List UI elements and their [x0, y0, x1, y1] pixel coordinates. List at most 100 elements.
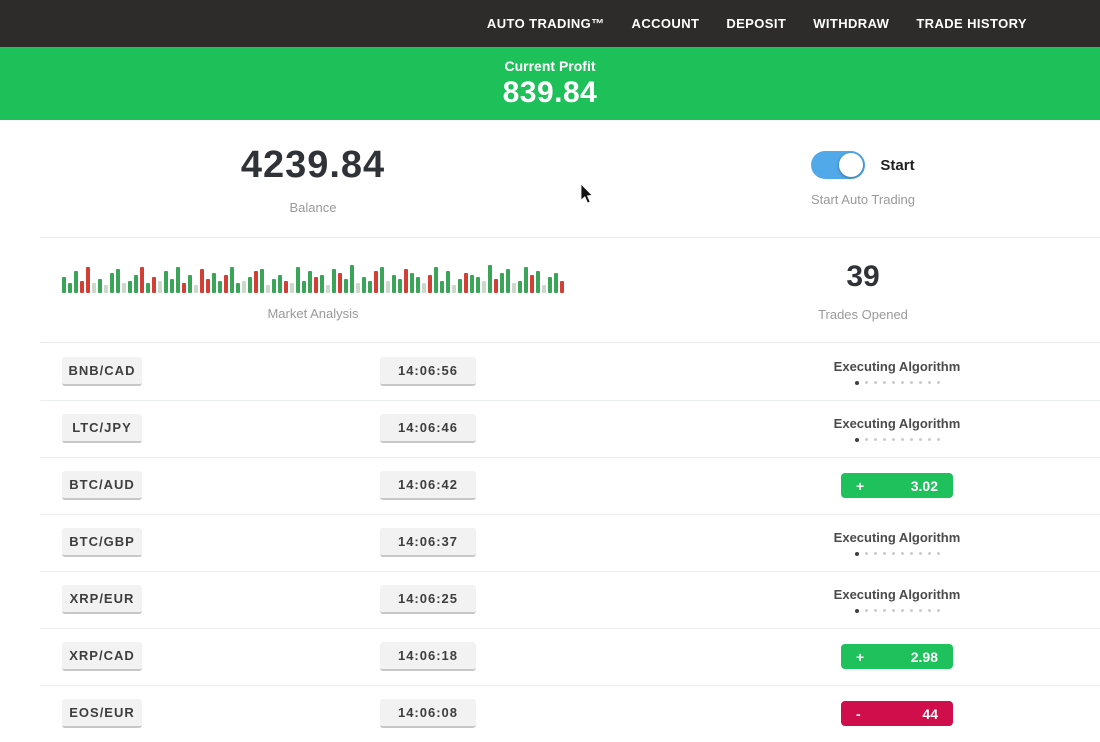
nav-trade-history[interactable]: TRADE HISTORY — [916, 16, 1027, 31]
chart-bar — [128, 281, 132, 293]
chart-bar — [326, 285, 330, 293]
chart-bar — [398, 279, 402, 293]
chart-bar — [248, 277, 252, 293]
trade-status: +2.98 — [794, 644, 1000, 669]
chart-bar — [164, 271, 168, 293]
trade-status: -44 — [794, 701, 1000, 726]
market-analysis-block: Market Analysis — [0, 260, 626, 321]
executing-progress-dots — [855, 552, 940, 556]
trade-status: Executing Algorithm — [794, 416, 1000, 442]
chart-bar — [392, 275, 396, 293]
balance-block: 4239.84 Balance — [0, 144, 626, 215]
result-amount: 2.98 — [911, 649, 938, 665]
chart-bar — [314, 277, 318, 293]
chart-bar — [188, 275, 192, 293]
chart-bar — [74, 271, 78, 293]
chart-bar — [116, 269, 120, 293]
trade-row: BNB/CAD 14:06:56 Executing Algorithm — [0, 343, 1100, 400]
chart-bar — [524, 267, 528, 293]
top-navbar: AUTO TRADING™ ACCOUNT DEPOSIT WITHDRAW T… — [0, 0, 1100, 47]
chart-bar — [404, 269, 408, 293]
chart-bar — [368, 281, 372, 293]
toggle-knob-icon — [839, 153, 863, 177]
nav-account[interactable]: ACCOUNT — [632, 16, 700, 31]
trades-opened-block: 39 Trades Opened — [626, 260, 1100, 322]
chart-bar — [272, 279, 276, 293]
current-profit-value: 839.84 — [503, 76, 598, 110]
chart-bar — [206, 279, 210, 293]
chart-bar — [92, 283, 96, 293]
chart-bar — [410, 273, 414, 293]
auto-trading-label: Start Auto Trading — [811, 192, 915, 207]
chart-bar — [506, 269, 510, 293]
chart-bar — [446, 271, 450, 293]
chart-bar — [308, 271, 312, 293]
chart-bar — [542, 285, 546, 293]
chart-bar — [518, 281, 522, 293]
chart-bar — [134, 275, 138, 293]
chart-bar — [62, 277, 66, 293]
result-amount: 44 — [922, 706, 938, 722]
chart-bar — [512, 283, 516, 293]
profit-badge: +3.02 — [841, 473, 953, 498]
trade-row: XRP/EUR 14:06:25 Executing Algorithm — [0, 571, 1100, 628]
chart-bar — [482, 281, 486, 293]
chart-bar — [158, 281, 162, 293]
pair-badge: XRP/EUR — [62, 585, 142, 614]
trade-time-badge: 14:06:18 — [380, 642, 476, 671]
executing-progress-dots — [855, 438, 940, 442]
chart-bar — [302, 281, 306, 293]
chart-bar — [332, 269, 336, 293]
market-analysis-label: Market Analysis — [267, 306, 358, 321]
executing-progress-dots — [855, 381, 940, 385]
loss-badge: -44 — [841, 701, 953, 726]
nav-withdraw[interactable]: WITHDRAW — [813, 16, 889, 31]
chart-bar — [140, 267, 144, 293]
trade-time-badge: 14:06:46 — [380, 414, 476, 443]
chart-bar — [278, 275, 282, 293]
chart-bar — [170, 279, 174, 293]
chart-bar — [380, 267, 384, 293]
chart-bar — [80, 281, 84, 293]
nav-auto-trading[interactable]: AUTO TRADING™ — [487, 16, 605, 31]
chart-bar — [230, 267, 234, 293]
chart-bar — [560, 281, 564, 293]
market-analysis-section: Market Analysis 39 Trades Opened — [0, 238, 1100, 343]
trade-time-badge: 14:06:56 — [380, 357, 476, 386]
chart-bar — [494, 279, 498, 293]
auto-trading-app: AUTO TRADING™ ACCOUNT DEPOSIT WITHDRAW T… — [0, 0, 1100, 742]
pair-badge: BTC/GBP — [62, 528, 142, 557]
executing-algorithm-label: Executing Algorithm — [834, 416, 961, 431]
chart-bar — [530, 275, 534, 293]
executing-algorithm-label: Executing Algorithm — [834, 587, 961, 602]
chart-bar — [416, 277, 420, 293]
trade-row: LTC/JPY 14:06:46 Executing Algorithm — [0, 400, 1100, 457]
trade-row: BTC/GBP 14:06:37 Executing Algorithm — [0, 514, 1100, 571]
auto-trading-toggle[interactable] — [811, 151, 865, 179]
result-sign: + — [856, 478, 864, 494]
chart-bar — [488, 265, 492, 293]
chart-bar — [194, 285, 198, 293]
trade-time-badge: 14:06:25 — [380, 585, 476, 614]
trade-status: +3.02 — [794, 473, 1000, 498]
trades-opened-value: 39 — [846, 260, 879, 294]
chart-bar — [422, 283, 426, 293]
result-amount: 3.02 — [911, 478, 938, 494]
chart-bar — [290, 283, 294, 293]
chart-bar — [224, 275, 228, 293]
chart-bar — [104, 285, 108, 293]
current-profit-banner: Current Profit 839.84 — [0, 47, 1100, 120]
balance-label: Balance — [290, 200, 337, 215]
pair-badge: XRP/CAD — [62, 642, 142, 671]
trade-time-badge: 14:06:37 — [380, 528, 476, 557]
nav-deposit[interactable]: DEPOSIT — [726, 16, 786, 31]
chart-bar — [362, 277, 366, 293]
chart-bar — [500, 273, 504, 293]
pair-badge: BTC/AUD — [62, 471, 142, 500]
chart-bar — [536, 271, 540, 293]
chart-bar — [212, 273, 216, 293]
chart-bar — [182, 283, 186, 293]
trade-row: BTC/AUD 14:06:42 +3.02 — [0, 457, 1100, 514]
trade-status: Executing Algorithm — [794, 530, 1000, 556]
chart-bar — [470, 275, 474, 293]
